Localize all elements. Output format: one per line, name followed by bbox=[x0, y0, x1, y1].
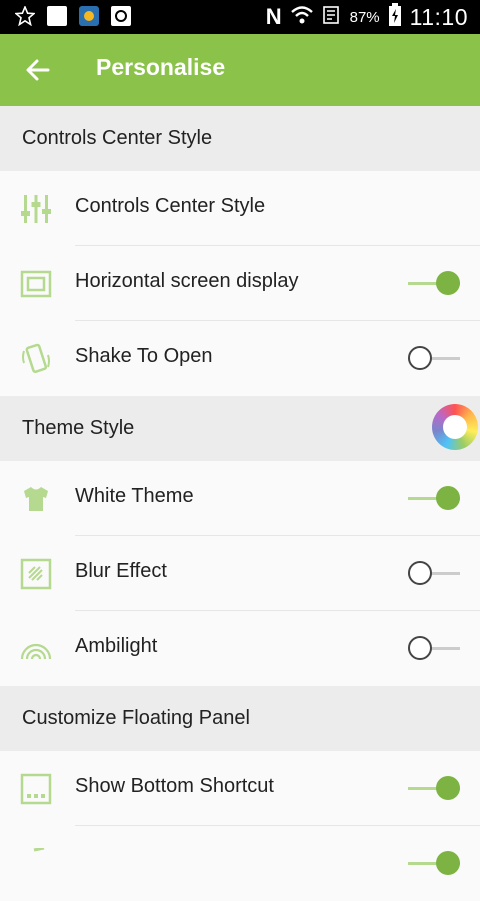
app-bar: Personalise bbox=[0, 34, 480, 106]
battery-percent: 87% bbox=[349, 8, 380, 26]
star-icon bbox=[14, 5, 36, 27]
rainbow-icon bbox=[20, 633, 52, 665]
section-header-floating-panel: Customize Floating Panel bbox=[0, 686, 480, 751]
page-title: Personalise bbox=[96, 54, 226, 80]
section-header-theme-style: Theme Style bbox=[0, 396, 480, 461]
setting-ambilight[interactable]: Ambilight bbox=[0, 611, 480, 686]
section-header-controls-center: Controls Center Style bbox=[0, 106, 480, 171]
wifi-icon bbox=[290, 4, 314, 30]
bottom-shortcut-toggle[interactable] bbox=[408, 776, 460, 802]
blur-effect-toggle[interactable] bbox=[408, 561, 460, 587]
setting-label: Controls Center Style bbox=[75, 195, 266, 217]
status-bar: N 87% 11:10 bbox=[0, 0, 480, 34]
partial-icon bbox=[20, 846, 52, 880]
horizontal-display-toggle[interactable] bbox=[408, 271, 460, 297]
tshirt-icon bbox=[20, 483, 52, 515]
setting-horizontal-screen-display[interactable]: Horizontal screen display bbox=[0, 246, 480, 321]
back-arrow-icon[interactable] bbox=[22, 54, 54, 86]
shake-to-open-toggle[interactable] bbox=[408, 346, 460, 372]
shake-phone-icon bbox=[20, 343, 52, 375]
white-theme-toggle[interactable] bbox=[408, 486, 460, 512]
screen-frame-icon bbox=[20, 268, 52, 300]
setting-label: Horizontal screen display bbox=[75, 270, 299, 292]
sliders-icon bbox=[20, 193, 52, 225]
setting-label: White Theme bbox=[75, 485, 194, 507]
section-title: Theme Style bbox=[22, 417, 135, 439]
setting-label: Ambilight bbox=[75, 635, 158, 657]
setting-white-theme[interactable]: White Theme bbox=[0, 461, 480, 536]
setting-shake-to-open[interactable]: Shake To Open bbox=[0, 321, 480, 396]
weather-app-icon bbox=[78, 5, 100, 27]
setting-label: Show Bottom Shortcut bbox=[75, 775, 274, 797]
setting-label: Blur Effect bbox=[75, 560, 167, 582]
setting-show-bottom-shortcut[interactable]: Show Bottom Shortcut bbox=[0, 751, 480, 826]
clock: 11:10 bbox=[409, 3, 468, 30]
nfc-icon: N bbox=[265, 4, 282, 29]
search-app-icon bbox=[110, 5, 132, 27]
partial-toggle[interactable] bbox=[408, 851, 460, 877]
bottom-shortcut-icon bbox=[20, 773, 52, 805]
notification-app-icon bbox=[46, 5, 68, 27]
signal-off-icon bbox=[322, 4, 342, 30]
setting-partial-next[interactable] bbox=[0, 826, 480, 901]
battery-icon bbox=[388, 3, 402, 31]
ambilight-toggle[interactable] bbox=[408, 636, 460, 662]
settings-list: Controls Center Style Controls Center St… bbox=[0, 106, 480, 901]
setting-label: Shake To Open bbox=[75, 345, 213, 367]
setting-blur-effect[interactable]: Blur Effect bbox=[0, 536, 480, 611]
floating-panel-button[interactable] bbox=[432, 404, 478, 450]
blur-icon bbox=[20, 558, 52, 590]
setting-controls-center-style[interactable]: Controls Center Style bbox=[0, 171, 480, 246]
